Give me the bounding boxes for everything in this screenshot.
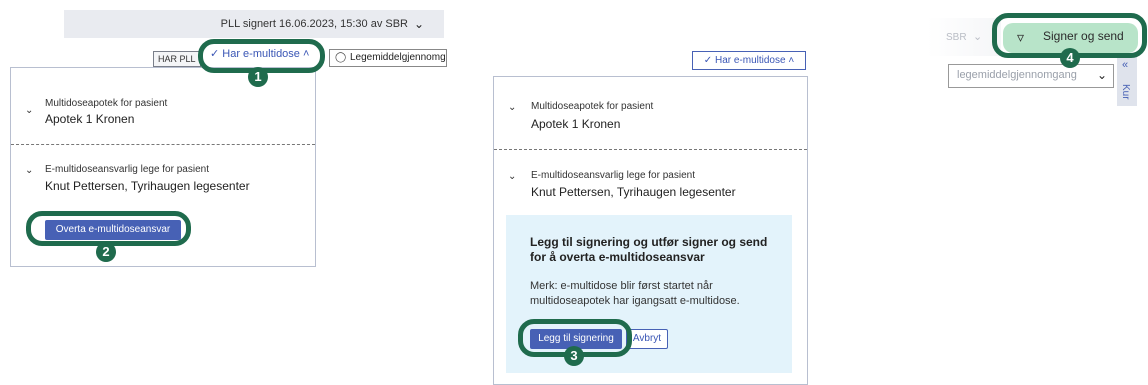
pharmacy-value: Apotek 1 Kronen	[531, 117, 621, 131]
info-title-line: for å overta e-multidoseansvar	[530, 250, 705, 264]
pharmacy-label: Multidoseapotek for pasient	[531, 101, 654, 112]
info-title-line: Legg til signering og utfør signer og se…	[530, 235, 768, 249]
e-multidose-toggle[interactable]: ✓ Har e-multidose ˄	[692, 51, 806, 70]
select-value: legemiddelgjennomgang	[957, 69, 1077, 81]
pharmacy-value: Apotek 1 Kronen	[45, 112, 135, 126]
chevron-down-icon[interactable]: ⌄	[414, 17, 424, 31]
side-tab-label: Kur	[1120, 84, 1131, 100]
double-chevron-left-icon: «	[1122, 59, 1129, 71]
highlight-ring	[26, 211, 191, 246]
section-divider	[494, 149, 807, 150]
chevron-down-icon[interactable]: ⌄	[25, 105, 33, 116]
info-note-line: Merk: e-multidose blir først startet når	[530, 280, 713, 292]
doctor-value: Knut Pettersen, Tyrihaugen legesenter	[45, 179, 250, 193]
doctor-value: Knut Pettersen, Tyrihaugen legesenter	[531, 185, 736, 199]
chevron-down-icon[interactable]: ⌄	[508, 102, 516, 113]
step-marker: 3	[564, 346, 584, 366]
check-icon: ✓	[703, 55, 713, 66]
chevron-down-icon[interactable]: ⌄	[973, 30, 982, 43]
info-note-line: multidoseapotek har igangsatt e-multidos…	[530, 295, 740, 307]
step-marker: 1	[248, 67, 268, 87]
legemiddel-label: Legemiddelgjennomg	[350, 52, 446, 63]
chevron-down-icon: ⌄	[1096, 68, 1107, 82]
pll-status-text: PLL signert 16.06.2023, 15:30 av SBR	[220, 18, 408, 30]
chevron-up-icon: ˄	[788, 55, 795, 66]
pll-badge: HAR PLL	[153, 51, 201, 67]
toggle-label: Har e-multidose	[714, 55, 786, 66]
chevron-down-icon[interactable]: ⌄	[508, 171, 516, 182]
legemiddelgjennomgang-button[interactable]: ◯ Legemiddelgjennomg	[329, 49, 447, 67]
doctor-label: E-multidoseansvarlig lege for pasient	[45, 164, 209, 175]
side-panel-tab[interactable]: « Kur	[1117, 56, 1137, 106]
pharmacy-label: Multidoseapotek for pasient	[45, 98, 168, 109]
legemiddelgjennomgang-select[interactable]: legemiddelgjennomgang ⌄	[948, 64, 1114, 88]
shield-icon: ◯	[335, 52, 347, 63]
chevron-down-icon[interactable]: ⌄	[25, 165, 33, 176]
cancel-button[interactable]: Avbryt	[626, 329, 668, 349]
step-marker: 2	[96, 242, 116, 262]
step-marker: 4	[1060, 48, 1080, 68]
status-bar[interactable]: PLL signert 16.06.2023, 15:30 av SBR ⌄	[64, 10, 444, 38]
doctor-label: E-multidoseansvarlig lege for pasient	[531, 170, 695, 181]
sbr-text: SBR	[946, 32, 967, 43]
section-divider	[11, 144, 315, 145]
